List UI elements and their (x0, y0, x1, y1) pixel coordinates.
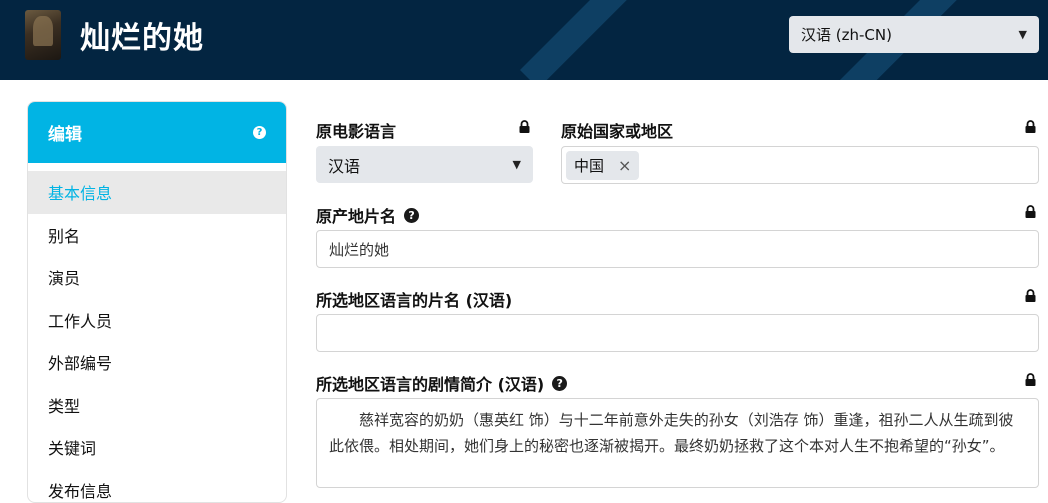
lock-icon[interactable] (1025, 289, 1036, 302)
original-title-input[interactable]: 灿烂的她 (316, 230, 1039, 268)
sidebar-item-external-ids[interactable]: 外部编号 (28, 341, 286, 384)
language-selector[interactable]: 汉语 (zh-CN) ▼ (789, 16, 1039, 53)
sidebar-item-release-info[interactable]: 发布信息 (28, 469, 286, 503)
help-icon[interactable]: ? (552, 376, 567, 391)
sidebar-item-primary-facts[interactable]: 基本信息 (28, 171, 286, 214)
sidebar-item-alternative-titles[interactable]: 别名 (28, 214, 286, 257)
lock-icon[interactable] (519, 120, 530, 133)
overview-label: 所选地区语言的剧情简介 (汉语) ? (316, 371, 567, 395)
sidebar-item-cast[interactable]: 演员 (28, 256, 286, 299)
dropdown-caret-icon: ▼ (1019, 28, 1027, 41)
remove-icon[interactable]: × (618, 156, 631, 175)
translated-title-label-text: 所选地区语言的片名 (汉语) (316, 287, 512, 311)
lock-icon[interactable] (1025, 205, 1036, 218)
origin-country-label: 原始国家或地区 (561, 118, 673, 142)
sidebar-nav: 基本信息 别名 演员 工作人员 外部编号 类型 关键词 发布信息 (28, 163, 286, 503)
overview-text: 慈祥宽容的奶奶（惠英红 饰）与十二年前意外走失的孙女（刘浩存 饰）重逢，祖孙二人… (329, 411, 1014, 455)
dropdown-caret-icon: ▼ (513, 158, 521, 171)
translated-title-input[interactable] (316, 314, 1039, 352)
original-language-label-text: 原电影语言 (316, 118, 396, 142)
sidebar-item-keywords[interactable]: 关键词 (28, 426, 286, 469)
country-tag-label: 中国 (574, 155, 604, 176)
sidebar-item-crew[interactable]: 工作人员 (28, 299, 286, 342)
translated-title-label: 所选地区语言的片名 (汉语) (316, 287, 512, 311)
original-title-label-text: 原产地片名 (316, 203, 396, 227)
origin-country-multiselect[interactable]: 中国 × (561, 146, 1039, 184)
sidebar-header: 编辑 ? (28, 102, 286, 163)
original-title-value: 灿烂的她 (329, 239, 389, 260)
sidebar-heading: 编辑 (48, 120, 82, 145)
country-tag: 中国 × (566, 151, 639, 180)
overview-label-text: 所选地区语言的剧情简介 (汉语) (316, 371, 544, 395)
edit-sidebar: 编辑 ? 基本信息 别名 演员 工作人员 外部编号 类型 关键词 发布信息 (27, 101, 287, 503)
sidebar-item-genres[interactable]: 类型 (28, 384, 286, 427)
poster-thumbnail (25, 10, 61, 60)
help-icon[interactable]: ? (253, 126, 266, 139)
help-icon[interactable]: ? (404, 208, 419, 223)
lock-icon[interactable] (1025, 120, 1036, 133)
original-language-label: 原电影语言 (316, 118, 396, 142)
header-bar: 灿烂的她 汉语 (zh-CN) ▼ (0, 0, 1048, 80)
original-title-label: 原产地片名 ? (316, 203, 419, 227)
original-language-value: 汉语 (328, 153, 360, 177)
origin-country-label-text: 原始国家或地区 (561, 118, 673, 142)
original-language-select[interactable]: 汉语 ▼ (316, 146, 533, 183)
header-decoration (520, 0, 659, 80)
page-title: 灿烂的她 (80, 13, 204, 57)
language-selector-value: 汉语 (zh-CN) (801, 24, 892, 45)
overview-textarea[interactable]: 慈祥宽容的奶奶（惠英红 饰）与十二年前意外走失的孙女（刘浩存 饰）重逢，祖孙二人… (316, 398, 1039, 488)
lock-icon[interactable] (1025, 373, 1036, 386)
